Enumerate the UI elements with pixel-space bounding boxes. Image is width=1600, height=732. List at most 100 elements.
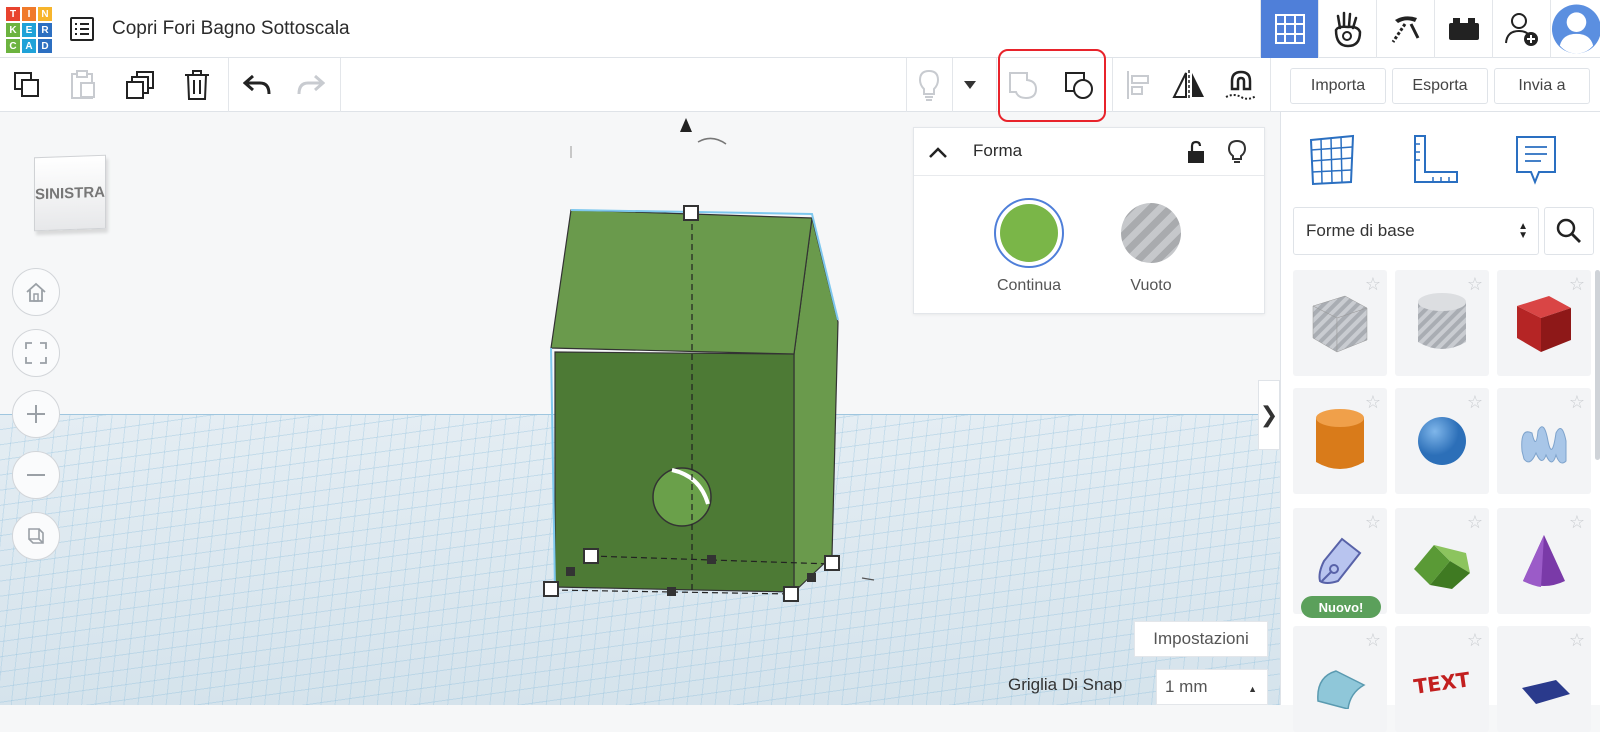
light-bulb-icon[interactable]: [1227, 139, 1247, 165]
shape-box-hole[interactable]: ☆: [1293, 270, 1387, 376]
shape-roof[interactable]: ☆: [1395, 508, 1489, 614]
chevron-up-icon[interactable]: [928, 145, 948, 159]
3d-grid-view-icon: [1274, 14, 1305, 44]
fit-view-button[interactable]: [12, 329, 60, 377]
redo-button[interactable]: [284, 58, 338, 112]
workplane-settings-button[interactable]: Impostazioni: [1134, 621, 1268, 657]
solid-color-swatch[interactable]: [994, 198, 1064, 268]
select-arrows-icon: ▲ ▼: [1518, 221, 1528, 241]
perspective-toggle-button[interactable]: [12, 512, 60, 560]
sidebar-collapse-tab[interactable]: ❯: [1258, 380, 1280, 450]
cylinder-hole-shape-icon: [1418, 293, 1466, 349]
shape-box[interactable]: ☆: [1497, 270, 1591, 376]
snap-grid-label: Griglia Di Snap: [1008, 675, 1123, 694]
favorite-star-icon[interactable]: ☆: [1569, 630, 1585, 651]
favorite-star-icon[interactable]: ☆: [1467, 630, 1483, 651]
copy-button[interactable]: [0, 58, 54, 112]
import-button[interactable]: Importa: [1290, 68, 1386, 104]
rotate-handle-arrow: [680, 118, 692, 132]
workplane-grid-icon: [1309, 134, 1355, 186]
export-button[interactable]: Esporta: [1392, 68, 1488, 104]
logo-letter: T: [6, 7, 20, 21]
hole-label: Vuoto: [1130, 277, 1172, 294]
undo-icon: [243, 74, 271, 95]
zoom-out-button[interactable]: [12, 451, 60, 499]
ruler-button[interactable]: [1404, 130, 1464, 190]
svg-text:TEXT: TEXT: [1412, 667, 1472, 699]
solid-label: Continua: [996, 277, 1062, 294]
paste-button[interactable]: [56, 58, 110, 112]
project-menu-icon[interactable]: [70, 17, 94, 41]
invite-user-button[interactable]: [1492, 0, 1550, 58]
circuits-button[interactable]: [1318, 0, 1376, 58]
shape-polygon[interactable]: ☆: [1497, 626, 1591, 732]
workplane-button[interactable]: [1302, 130, 1362, 190]
shape-cone[interactable]: ☆: [1497, 508, 1591, 614]
project-title[interactable]: Copri Fori Bagno Sottoscala: [112, 18, 350, 40]
user-avatar[interactable]: [1550, 0, 1600, 58]
favorite-star-icon[interactable]: ☆: [1467, 512, 1483, 533]
favorite-star-icon[interactable]: ☆: [1569, 274, 1585, 295]
align-button[interactable]: [1112, 58, 1166, 112]
hole-swatch[interactable]: [1116, 198, 1186, 268]
view-cube-face-label: SINISTRA: [35, 183, 106, 203]
selected-birdhouse-model[interactable]: [530, 110, 890, 610]
new-badge: Nuovo!: [1301, 596, 1381, 618]
delete-button[interactable]: [170, 58, 224, 112]
3d-design-view-button[interactable]: [1260, 0, 1318, 58]
shape-cylinder[interactable]: ☆: [1293, 388, 1387, 494]
redo-icon: [297, 74, 325, 95]
paste-icon: [71, 70, 95, 99]
minecraft-button[interactable]: [1376, 0, 1434, 58]
bricks-button[interactable]: [1434, 0, 1492, 58]
favorite-star-icon[interactable]: ☆: [1467, 274, 1483, 295]
rotate-handle-arc: [697, 137, 727, 145]
favorite-star-icon[interactable]: ☆: [1365, 512, 1381, 533]
favorite-star-icon[interactable]: ☆: [1569, 392, 1585, 413]
tinkercad-logo[interactable]: T I N K E R C A D: [6, 7, 52, 53]
ruler-icon: [1414, 135, 1458, 183]
shape-category-select[interactable]: Forme di base ▲ ▼: [1293, 207, 1539, 255]
undo-button[interactable]: [230, 58, 284, 112]
view-cube[interactable]: SINISTRA: [34, 154, 106, 232]
shape-text[interactable]: TEXT ☆: [1395, 626, 1489, 732]
corner-handle: [583, 548, 599, 564]
send-to-button[interactable]: Invia a: [1494, 68, 1590, 104]
shape-inspector-panel: Forma Continua Vuoto: [913, 127, 1265, 314]
logo-letter: E: [22, 23, 36, 37]
model-hole: [652, 467, 712, 527]
avatar-icon: [1551, 4, 1600, 54]
notes-button[interactable]: [1506, 130, 1566, 190]
sidebar-scrollbar[interactable]: [1595, 270, 1600, 460]
logo-letter: R: [38, 23, 52, 37]
shape-cylinder-hole[interactable]: ☆: [1395, 270, 1489, 376]
show-all-button[interactable]: [906, 58, 952, 112]
show-all-dropdown[interactable]: [952, 58, 988, 112]
duplicate-button[interactable]: [114, 58, 168, 112]
favorite-star-icon[interactable]: ☆: [1467, 392, 1483, 413]
home-view-button[interactable]: [12, 268, 60, 316]
shape-half-cylinder[interactable]: ☆: [1293, 626, 1387, 732]
unlock-icon[interactable]: [1186, 140, 1206, 164]
top-bar: T I N K E R C A D Copri Fori Bagno Sotto…: [0, 0, 1600, 58]
bricks-icon: [1448, 18, 1479, 40]
snap-grid-select[interactable]: 1 mm ▲: [1156, 669, 1268, 705]
model-roof: [550, 209, 813, 355]
search-shapes-button[interactable]: [1544, 207, 1594, 255]
favorite-star-icon[interactable]: ☆: [1569, 512, 1585, 533]
logo-letter: N: [38, 7, 52, 21]
favorite-star-icon[interactable]: ☆: [1365, 630, 1381, 651]
shape-scribble[interactable]: ☆: [1497, 388, 1591, 494]
caret-up-icon: ▲: [1248, 684, 1257, 694]
cruise-button[interactable]: [1214, 58, 1268, 112]
edge-handle: [707, 555, 716, 564]
zoom-in-button[interactable]: [12, 390, 60, 438]
shape-generator[interactable]: ☆ Nuovo!: [1293, 508, 1387, 618]
favorite-star-icon[interactable]: ☆: [1365, 392, 1381, 413]
box-shape-icon: [1517, 296, 1571, 352]
shape-sphere[interactable]: ☆: [1395, 388, 1489, 494]
favorite-star-icon[interactable]: ☆: [1365, 274, 1381, 295]
polygon-shape-icon: [1522, 680, 1570, 704]
mirror-button[interactable]: [1162, 58, 1216, 112]
hole-pattern-fill: [1121, 203, 1181, 263]
